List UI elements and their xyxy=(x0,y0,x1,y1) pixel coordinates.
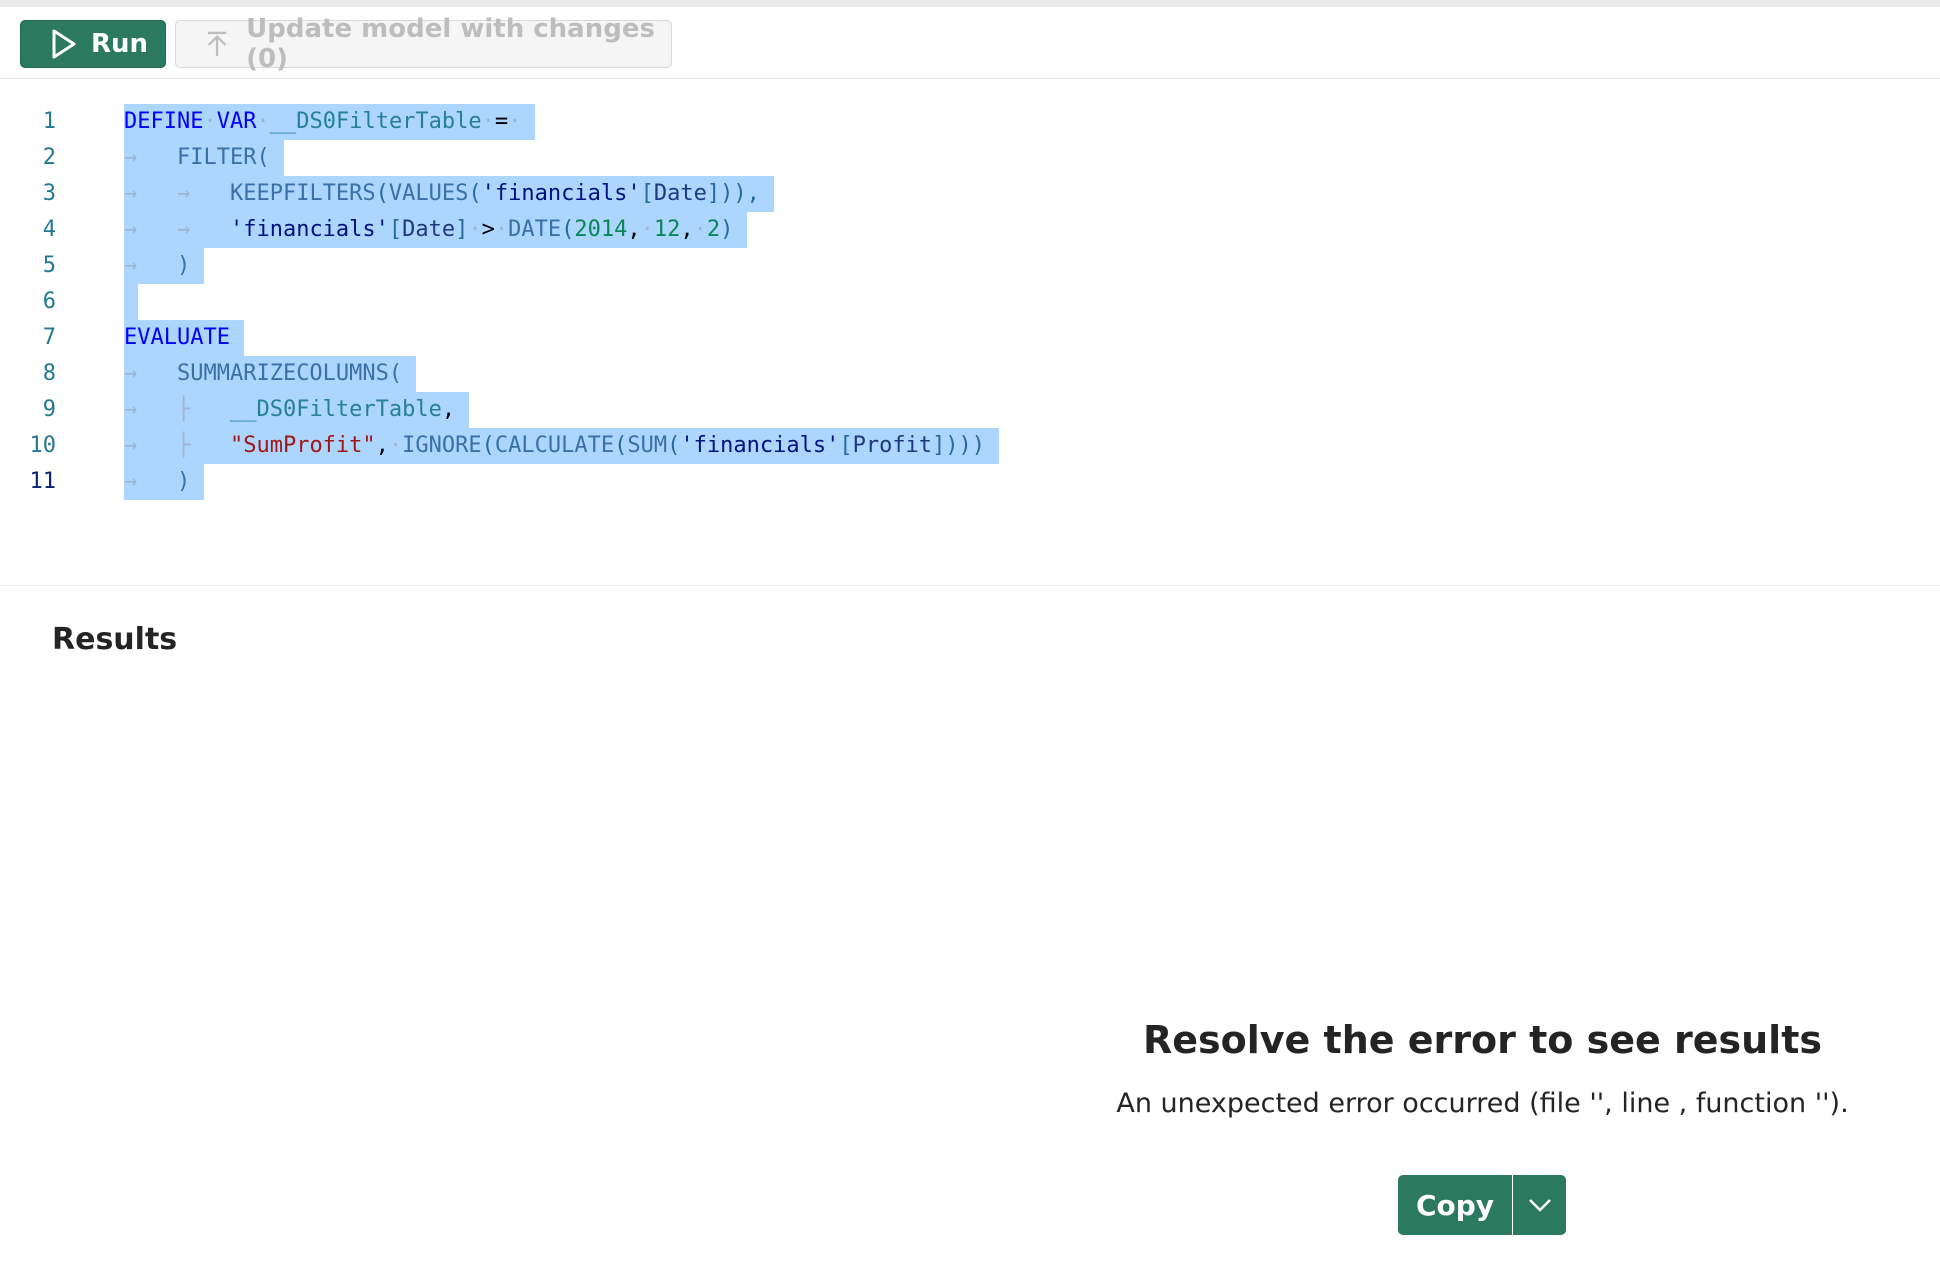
code-line: 1 DEFINE·VAR·__DS0FilterTable·=· xyxy=(0,104,1940,140)
code-line: 9 → ├ __DS0FilterTable, xyxy=(0,392,1940,428)
line-number: 3 xyxy=(42,181,56,206)
window-top-border xyxy=(0,0,1940,7)
error-title: Resolve the error to see results xyxy=(1143,1018,1822,1062)
play-icon xyxy=(52,29,76,59)
line-number: 6 xyxy=(42,289,56,314)
line-number: 7 xyxy=(42,325,56,350)
line-number: 9 xyxy=(42,397,56,422)
code-text: → SUMMARIZECOLUMNS( xyxy=(124,356,417,392)
results-heading: Results xyxy=(52,622,178,657)
line-number: 11 xyxy=(29,469,57,494)
code-text xyxy=(124,284,138,320)
line-number: 2 xyxy=(42,145,56,170)
code-text: → ) xyxy=(124,464,205,500)
update-model-button[interactable]: Update model with changes (0) xyxy=(175,14,672,74)
copy-button[interactable]: Copy xyxy=(1398,1175,1513,1235)
line-number: 5 xyxy=(42,253,56,278)
line-number: 4 xyxy=(42,217,56,242)
upload-arrow-icon xyxy=(207,31,227,57)
error-message: An unexpected error occurred (file '', l… xyxy=(1116,1088,1849,1119)
run-button[interactable]: Run xyxy=(20,20,166,68)
dax-query-editor[interactable]: 1 DEFINE·VAR·__DS0FilterTable·=· 2 → FIL… xyxy=(0,80,1940,586)
code-line: 2 → FILTER( xyxy=(0,140,1940,176)
code-line: 5 → ) xyxy=(0,248,1940,284)
line-number: 1 xyxy=(42,109,56,134)
code-line: 3 → → KEEPFILTERS(VALUES('financials'[Da… xyxy=(0,176,1940,212)
line-number: 8 xyxy=(42,361,56,386)
code-line: 11 → ) xyxy=(0,464,1940,500)
chevron-down-icon xyxy=(1528,1199,1551,1212)
line-number: 10 xyxy=(29,433,57,458)
copy-dropdown-button[interactable] xyxy=(1513,1175,1566,1235)
code-text: → FILTER( xyxy=(124,140,284,176)
code-text: → → KEEPFILTERS(VALUES('financials'[Date… xyxy=(124,176,774,212)
code-text: → ) xyxy=(124,248,205,284)
copy-split-button: Copy xyxy=(1398,1175,1566,1235)
code-line: 10 → ├ "SumProfit",·IGNORE(CALCULATE(SUM… xyxy=(0,428,1940,464)
toolbar: Run Update model with changes (0) xyxy=(0,7,1940,79)
run-button-label: Run xyxy=(91,29,149,59)
update-model-label: Update model with changes (0) xyxy=(246,14,655,74)
code-line: 7 EVALUATE xyxy=(0,320,1940,356)
code-line: 8 → SUMMARIZECOLUMNS( xyxy=(0,356,1940,392)
code-text: DEFINE·VAR·__DS0FilterTable·=· xyxy=(124,104,536,140)
code-text: → ├ __DS0FilterTable, xyxy=(124,392,470,428)
code-text: → ├ "SumProfit",·IGNORE(CALCULATE(SUM('f… xyxy=(124,428,1000,464)
code-line: 6 xyxy=(0,284,1940,320)
code-line: 4 → → 'financials'[Date]·>·DATE(2014,·12… xyxy=(0,212,1940,248)
code-text: EVALUATE xyxy=(124,320,244,356)
code-text: → → 'financials'[Date]·>·DATE(2014,·12,·… xyxy=(124,212,748,248)
